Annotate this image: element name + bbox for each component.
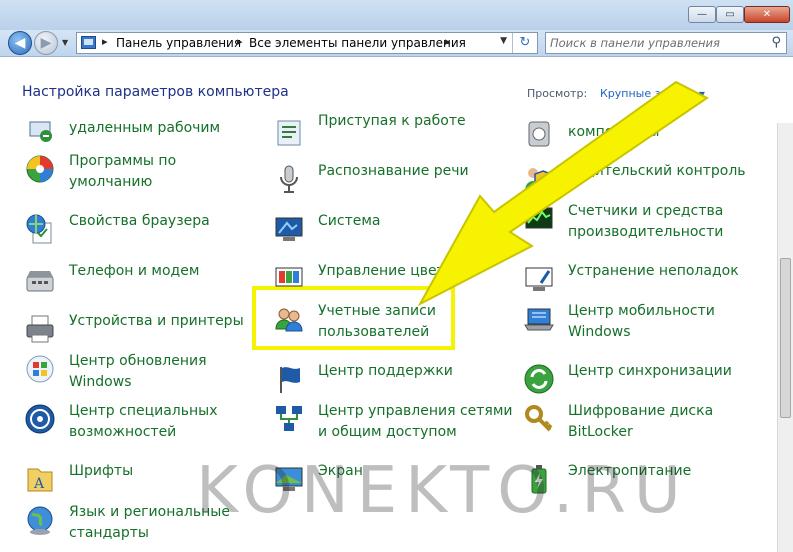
item-label[interactable]: Центр поддержки [318, 361, 453, 382]
troubleshooting-icon [523, 263, 555, 295]
item-label[interactable]: удаленным рабочим [69, 118, 220, 139]
browser-options-icon [24, 213, 56, 245]
item-label[interactable]: Счетчики и средства производительности [568, 201, 723, 243]
watermark: KONEKTO.RU [196, 454, 689, 528]
item-label[interactable]: Центр мобильности Windows [568, 301, 715, 343]
address-bar[interactable]: ▸ Панель управления ▸ Все элементы панел… [76, 32, 538, 54]
item-getting-started[interactable]: Приступая к работе [273, 111, 513, 155]
breadcrumb-separator[interactable]: ▸ [102, 35, 108, 48]
search-box[interactable]: ⚲ [545, 32, 787, 54]
svg-text:A: A [33, 476, 45, 492]
forward-button[interactable]: ▶ [34, 31, 58, 55]
vertical-scrollbar[interactable] [777, 123, 793, 552]
network-icon [273, 403, 305, 435]
user-accounts-icon [273, 303, 305, 335]
navigation-bar: ◀ ▶ ▼ ▸ Панель управления ▸ Все элементы… [0, 30, 793, 56]
item-label[interactable]: Устройства и принтеры [69, 311, 244, 332]
chevron-down-icon: ▼ [698, 90, 705, 99]
breadcrumb-all-items[interactable]: Все элементы панели управления [249, 36, 466, 50]
performance-icon [523, 203, 555, 235]
programs-components-icon [523, 118, 555, 150]
item-label[interactable]: Центр синхронизации [568, 361, 732, 382]
back-button[interactable]: ◀ [8, 31, 32, 55]
item-network-center[interactable]: Центр управления сетями и общим доступом [273, 401, 513, 445]
breadcrumb-control-panel[interactable]: Панель управления [116, 36, 241, 50]
control-panel-icon [81, 36, 96, 49]
item-label[interactable]: Управление цветом [318, 261, 464, 282]
item-label[interactable]: Центр управления сетями и общим доступом [318, 401, 513, 443]
search-icon[interactable]: ⚲ [771, 35, 781, 50]
item-label[interactable]: Свойства браузера [69, 211, 210, 232]
item-label[interactable]: Центр специальных возможностей [69, 401, 218, 443]
item-accessibility[interactable]: Центр специальных возможностей [24, 401, 264, 445]
default-programs-icon [24, 153, 56, 185]
item-speech-recognition[interactable]: Распознавание речи [273, 161, 513, 205]
minimize-button[interactable]: — [688, 6, 716, 23]
refresh-icon[interactable]: ↻ [512, 33, 537, 53]
fonts-icon: A [24, 463, 56, 495]
item-label[interactable]: компоненты [568, 122, 659, 143]
item-sync-center[interactable]: Центр синхронизации [523, 361, 763, 405]
search-input[interactable] [550, 35, 760, 51]
item-troubleshooting[interactable]: Устранение неполадок [523, 261, 763, 305]
accessibility-icon [24, 403, 56, 435]
item-label[interactable]: Шрифты [69, 461, 133, 482]
item-programs-components[interactable]: компоненты [523, 121, 763, 166]
item-label[interactable]: Приступая к работе [318, 111, 466, 132]
parental-control-icon [523, 163, 555, 195]
remote-desktop-icon [24, 116, 56, 148]
windows-update-icon [24, 353, 56, 385]
sync-center-icon [523, 363, 555, 395]
item-default-programs[interactable]: Программы по умолчанию [24, 151, 264, 195]
mobility-center-icon [523, 303, 555, 335]
view-mode-dropdown[interactable]: Крупные значки ▼ [600, 87, 705, 100]
item-windows-update[interactable]: Центр обновления Windows [24, 351, 264, 395]
item-system[interactable]: Система [273, 211, 513, 255]
scrollbar-thumb[interactable] [780, 258, 791, 418]
breadcrumb-separator[interactable]: ▸ [237, 35, 243, 48]
item-color-management[interactable]: Управление цветом [273, 261, 513, 305]
close-button[interactable]: ✕ [744, 6, 790, 23]
microphone-icon [273, 163, 305, 195]
item-label[interactable]: Система [318, 211, 380, 232]
phone-modem-icon [24, 263, 56, 295]
recent-pages-dropdown[interactable]: ▼ [62, 38, 68, 47]
system-monitor-icon [273, 213, 305, 245]
view-label: Просмотр: [527, 87, 588, 100]
item-action-center[interactable]: Центр поддержки [273, 361, 513, 405]
title-bar: — ▭ ✕ [0, 0, 793, 30]
item-label[interactable]: Распознавание речи [318, 161, 469, 182]
item-phone-modem[interactable]: Телефон и модем [24, 261, 264, 305]
item-label[interactable]: Учетные записи пользователей [318, 301, 436, 343]
address-dropdown-icon[interactable]: ▼ [500, 36, 507, 46]
item-label[interactable]: Программы по умолчанию [69, 151, 176, 193]
item-mobility-center[interactable]: Центр мобильности Windows [523, 301, 763, 345]
item-label[interactable]: Родительский контроль [568, 161, 746, 182]
breadcrumb-separator[interactable]: ▸ [445, 35, 451, 48]
item-label[interactable]: Центр обновления Windows [69, 351, 207, 393]
printer-icon [24, 313, 56, 345]
color-management-icon [273, 263, 305, 295]
item-performance[interactable]: Счетчики и средства производительности [523, 201, 763, 245]
item-devices-printers[interactable]: Устройства и принтеры [24, 311, 264, 355]
getting-started-icon [273, 117, 305, 149]
item-label[interactable]: Устранение неполадок [568, 261, 739, 282]
region-globe-icon [24, 504, 56, 536]
bitlocker-key-icon [523, 403, 555, 435]
flag-icon [273, 363, 305, 395]
item-parental-control[interactable]: Родительский контроль [523, 161, 763, 205]
view-mode-value: Крупные значки [600, 87, 695, 100]
item-label[interactable]: Шифрование диска BitLocker [568, 401, 713, 443]
item-browser-options[interactable]: Свойства браузера [24, 211, 264, 255]
page-title: Настройка параметров компьютера [22, 84, 289, 100]
item-bitlocker[interactable]: Шифрование диска BitLocker [523, 401, 763, 445]
item-user-accounts[interactable]: Учетные записи пользователей [273, 301, 513, 345]
maximize-button[interactable]: ▭ [716, 6, 744, 23]
item-label[interactable]: Телефон и модем [69, 261, 199, 282]
